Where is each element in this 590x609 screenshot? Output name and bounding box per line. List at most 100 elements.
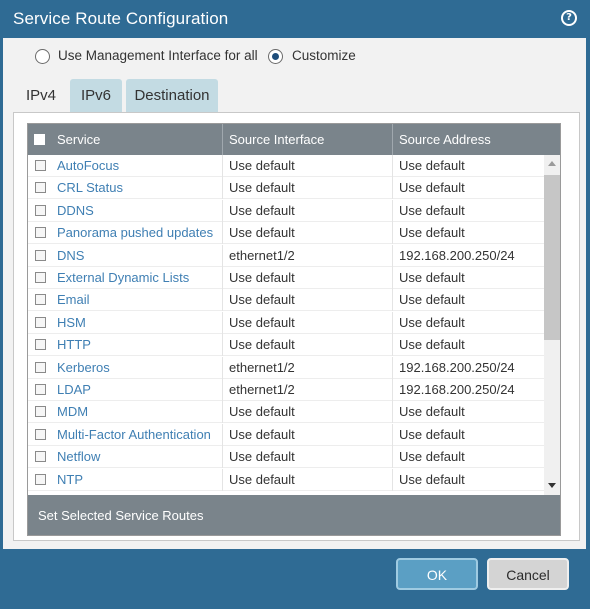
source-interface-cell: Use default — [222, 267, 392, 289]
row-checkbox[interactable] — [35, 160, 46, 171]
table-row[interactable]: NTP Use default Use default — [28, 469, 544, 491]
table-row[interactable]: Kerberos ethernet1/2 192.168.200.250/24 — [28, 357, 544, 379]
source-interface-cell: ethernet1/2 — [222, 245, 392, 267]
service-link[interactable]: Panorama pushed updates — [57, 222, 222, 244]
table-row[interactable]: LDAP ethernet1/2 192.168.200.250/24 — [28, 379, 544, 401]
source-address-cell: Use default — [392, 200, 544, 222]
table-row[interactable]: Multi-Factor Authentication Use default Us… — [28, 424, 544, 446]
service-routes-table: Service Source Interface Source Address … — [27, 123, 561, 536]
service-link[interactable]: CRL Status — [57, 177, 222, 199]
service-link[interactable]: Kerberos — [57, 357, 222, 379]
select-all-checkbox[interactable] — [34, 134, 45, 145]
service-link[interactable]: NTP — [57, 469, 222, 491]
service-link[interactable]: LDAP — [57, 379, 222, 401]
service-link[interactable]: External Dynamic Lists — [57, 267, 222, 289]
service-link[interactable]: DDNS — [57, 200, 222, 222]
source-interface-cell: Use default — [222, 155, 392, 177]
customize-radio[interactable] — [268, 49, 283, 64]
source-interface-cell: Use default — [222, 312, 392, 334]
dialog-titlebar[interactable]: Service Route Configuration ? — [0, 0, 590, 38]
source-interface-cell: Use default — [222, 424, 392, 446]
service-link[interactable]: Netflow — [57, 446, 222, 468]
use-management-label[interactable]: Use Management Interface for all — [58, 48, 258, 63]
customize-label[interactable]: Customize — [292, 48, 356, 63]
source-address-cell: Use default — [392, 267, 544, 289]
table-body: AutoFocus Use default Use default CRL Statu… — [28, 155, 544, 495]
ok-button[interactable]: OK — [396, 558, 478, 590]
source-interface-cell: Use default — [222, 177, 392, 199]
service-link[interactable]: HSM — [57, 312, 222, 334]
row-checkbox[interactable] — [35, 339, 46, 350]
column-header-source-interface[interactable]: Source Interface — [222, 124, 392, 155]
tab-destination[interactable]: Destination — [126, 79, 218, 112]
service-link[interactable]: AutoFocus — [57, 155, 222, 177]
row-checkbox[interactable] — [35, 429, 46, 440]
table-scrollbar[interactable] — [544, 155, 560, 495]
source-address-cell: 192.168.200.250/24 — [392, 379, 544, 401]
service-link[interactable]: Multi-Factor Authentication — [57, 424, 222, 446]
table-row[interactable]: MDM Use default Use default — [28, 401, 544, 423]
use-management-radio[interactable] — [35, 49, 50, 64]
row-checkbox[interactable] — [35, 406, 46, 417]
table-row[interactable]: HTTP Use default Use default — [28, 334, 544, 356]
table-row[interactable]: Panorama pushed updates Use default Use de… — [28, 222, 544, 244]
row-checkbox[interactable] — [35, 362, 46, 373]
row-checkbox[interactable] — [35, 451, 46, 462]
table-row[interactable]: AutoFocus Use default Use default — [28, 155, 544, 177]
row-checkbox[interactable] — [35, 272, 46, 283]
row-checkbox[interactable] — [35, 384, 46, 395]
source-address-cell: Use default — [392, 289, 544, 311]
help-icon[interactable]: ? — [561, 10, 577, 26]
table-row[interactable]: External Dynamic Lists Use default Use def… — [28, 267, 544, 289]
service-link[interactable]: MDM — [57, 401, 222, 423]
source-address-cell: Use default — [392, 446, 544, 468]
source-address-cell: Use default — [392, 222, 544, 244]
source-address-cell: Use default — [392, 424, 544, 446]
column-header-source-address[interactable]: Source Address — [392, 124, 560, 155]
row-checkbox[interactable] — [35, 227, 46, 238]
row-checkbox[interactable] — [35, 205, 46, 216]
service-link[interactable]: Email — [57, 289, 222, 311]
source-interface-cell: Use default — [222, 446, 392, 468]
service-route-dialog: Service Route Configuration ? Use Manage… — [0, 0, 590, 609]
column-header-service[interactable]: Service — [51, 124, 222, 155]
service-link[interactable]: HTTP — [57, 334, 222, 356]
source-address-cell: Use default — [392, 312, 544, 334]
source-address-cell: Use default — [392, 177, 544, 199]
service-link[interactable]: DNS — [57, 245, 222, 267]
row-checkbox[interactable] — [35, 317, 46, 328]
set-selected-service-routes-link[interactable]: Set Selected Service Routes — [38, 508, 203, 523]
table-row[interactable]: HSM Use default Use default — [28, 312, 544, 334]
table-row[interactable]: DNS ethernet1/2 192.168.200.250/24 — [28, 245, 544, 267]
tab-ipv6[interactable]: IPv6 — [70, 79, 122, 112]
source-address-cell: Use default — [392, 334, 544, 356]
table-header: Service Source Interface Source Address — [28, 124, 560, 155]
row-checkbox[interactable] — [35, 250, 46, 261]
scroll-up-icon[interactable] — [544, 155, 560, 173]
source-address-cell: Use default — [392, 469, 544, 491]
source-interface-cell: ethernet1/2 — [222, 357, 392, 379]
table-row[interactable]: CRL Status Use default Use default — [28, 177, 544, 199]
source-address-cell: 192.168.200.250/24 — [392, 357, 544, 379]
dialog-content: Use Management Interface for all Customi… — [3, 38, 586, 549]
table-row[interactable]: Netflow Use default Use default — [28, 446, 544, 468]
source-interface-cell: Use default — [222, 289, 392, 311]
source-address-cell: Use default — [392, 155, 544, 177]
source-address-cell: 192.168.200.250/24 — [392, 245, 544, 267]
source-interface-cell: Use default — [222, 401, 392, 423]
row-checkbox[interactable] — [35, 294, 46, 305]
table-footer: Set Selected Service Routes — [28, 495, 560, 535]
tab-ipv4[interactable]: IPv4 — [19, 79, 63, 112]
scroll-down-icon[interactable] — [544, 477, 560, 495]
row-checkbox[interactable] — [35, 474, 46, 485]
table-row[interactable]: Email Use default Use default — [28, 289, 544, 311]
table-row[interactable]: DDNS Use default Use default — [28, 200, 544, 222]
scrollbar-thumb[interactable] — [544, 175, 560, 340]
source-interface-cell: Use default — [222, 222, 392, 244]
row-checkbox[interactable] — [35, 182, 46, 193]
source-address-cell: Use default — [392, 401, 544, 423]
source-interface-cell: Use default — [222, 334, 392, 356]
source-interface-cell: ethernet1/2 — [222, 379, 392, 401]
cancel-button[interactable]: Cancel — [487, 558, 569, 590]
dialog-title: Service Route Configuration — [13, 9, 229, 28]
